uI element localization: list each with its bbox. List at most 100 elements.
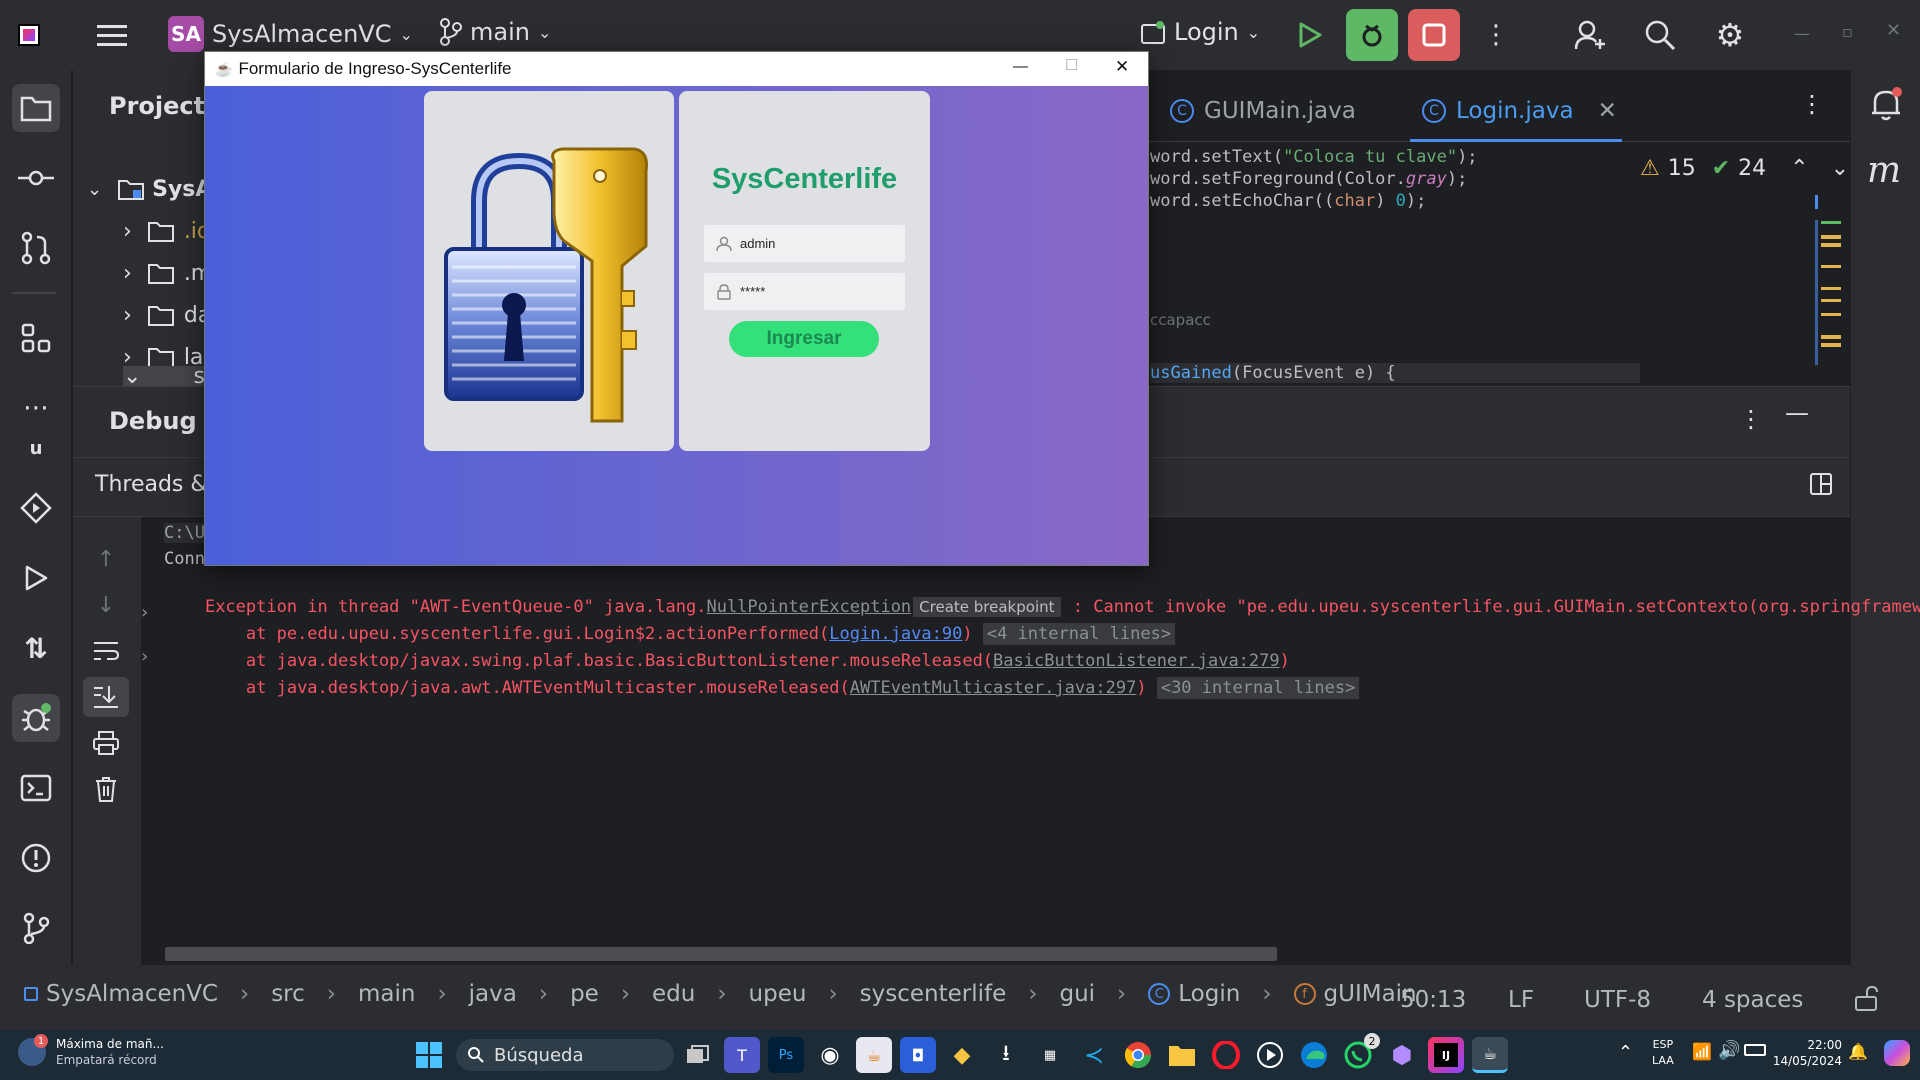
u-plugin-icon[interactable]: u <box>12 424 60 472</box>
git-icon[interactable] <box>12 904 60 952</box>
app-hex-icon[interactable]: ⬢ <box>1384 1037 1420 1073</box>
clock[interactable]: 22:00 14/05/2024 <box>1773 1037 1842 1069</box>
debug-tool-icon[interactable] <box>12 694 60 742</box>
inspection-widget[interactable]: ⚠ 15 ✔ 24 ⌃ ⌄ <box>1640 156 1849 181</box>
taskbar-search[interactable]: Búsqueda <box>456 1039 674 1071</box>
tree-item[interactable]: › .m <box>123 252 212 294</box>
problems-icon[interactable] <box>12 834 60 882</box>
window-minimize-icon[interactable]: — <box>1794 24 1810 43</box>
expand-chevron-icon[interactable]: › <box>141 646 148 667</box>
main-menu-icon[interactable] <box>86 9 138 61</box>
edge-icon[interactable] <box>1296 1037 1332 1073</box>
photoshop-icon[interactable]: Ps <box>768 1037 804 1073</box>
breadcrumb-item[interactable]: syscenterlife <box>860 981 1007 1007</box>
run-config-selector[interactable]: Login ⌄ <box>1140 18 1260 46</box>
app-jp-icon[interactable]: ▦ <box>1032 1037 1068 1073</box>
tab-login[interactable]: C Login.java ✕ <box>1422 86 1617 136</box>
wifi-icon[interactable]: 📶 <box>1692 1042 1712 1061</box>
whatsapp-icon[interactable]: 2 <box>1340 1033 1380 1073</box>
tab-guimain[interactable]: C GUIMain.java <box>1170 86 1356 136</box>
intellij-icon[interactable]: IJ <box>1428 1037 1464 1073</box>
hide-panel-icon[interactable]: — <box>1785 399 1809 427</box>
breadcrumb-item[interactable]: SysAlmacenVC <box>46 981 218 1007</box>
horizontal-scrollbar[interactable] <box>165 947 1277 961</box>
close-tab-icon[interactable]: ✕ <box>1598 98 1617 124</box>
breadcrumb-item[interactable]: Login <box>1178 981 1240 1007</box>
settings-gear-icon[interactable]: ⚙ <box>1704 9 1756 61</box>
camera-icon[interactable]: ◉ <box>812 1037 848 1073</box>
terminal-icon[interactable] <box>12 764 60 812</box>
app-blue-icon[interactable]: ◘ <box>900 1037 936 1073</box>
indent-setting[interactable]: 4 spaces <box>1702 987 1803 1013</box>
tree-root[interactable]: ⌄ SysA <box>87 168 212 210</box>
run-tool-icon[interactable] <box>12 554 60 602</box>
more-actions-icon[interactable]: ⋮ <box>1470 9 1522 61</box>
pull-requests-icon[interactable] <box>12 224 60 272</box>
git-kraken-icon[interactable]: ◆ <box>944 1037 980 1073</box>
branch-switcher[interactable]: main ⌄ <box>440 18 551 46</box>
stop-button[interactable] <box>1408 9 1460 61</box>
minimize-icon[interactable]: — <box>1013 58 1028 75</box>
java-app-icon[interactable]: ☕ <box>1472 1037 1508 1073</box>
file-encoding[interactable]: UTF-8 <box>1584 987 1651 1013</box>
unlock-icon[interactable] <box>1854 985 1878 1017</box>
tree-item[interactable]: › da <box>123 294 211 336</box>
task-view-icon[interactable] <box>680 1037 716 1073</box>
add-user-icon[interactable] <box>1564 9 1616 61</box>
chevron-down-icon[interactable]: ⌄ <box>1831 156 1849 181</box>
java-icon[interactable]: ☕ <box>856 1037 892 1073</box>
breadcrumb-item[interactable]: java <box>469 981 517 1007</box>
ingresar-button[interactable]: Ingresar <box>729 321 879 357</box>
debug-running-button[interactable] <box>1346 9 1398 61</box>
news-widget[interactable]: 1 Máxima de mañ... Empatará récord <box>18 1034 164 1068</box>
caret-position[interactable]: 50:13 <box>1400 987 1466 1013</box>
stack-link[interactable]: AWTEventMulticaster.java:297 <box>850 678 1137 698</box>
notifications-icon[interactable] <box>1869 86 1903 126</box>
notification-bell-icon[interactable]: 🔔 <box>1848 1042 1868 1061</box>
structure-icon[interactable] <box>12 314 60 362</box>
print-icon[interactable] <box>83 723 129 763</box>
clear-trash-icon[interactable] <box>83 769 129 809</box>
opera-icon[interactable] <box>1208 1037 1244 1073</box>
commit-icon[interactable] <box>12 154 60 202</box>
media-player-icon[interactable] <box>1252 1037 1288 1073</box>
project-folder-icon[interactable] <box>12 84 60 132</box>
download-icon[interactable]: ⭳ <box>988 1037 1024 1073</box>
project-switcher[interactable]: SA SysAlmacenVC ⌄ <box>168 16 413 52</box>
window-close-icon[interactable]: ✕ <box>1886 20 1901 41</box>
volume-icon[interactable]: 🔊 <box>1718 1040 1740 1061</box>
line-ending[interactable]: LF <box>1508 987 1534 1013</box>
chrome-icon[interactable] <box>1120 1037 1156 1073</box>
search-icon[interactable] <box>1634 9 1686 61</box>
username-field[interactable]: admin <box>704 225 905 262</box>
start-windows-icon[interactable] <box>416 1042 442 1068</box>
maximize-icon[interactable]: ☐ <box>1065 56 1078 74</box>
debug-options-icon[interactable]: ⋮ <box>1739 405 1763 433</box>
breadcrumb-item[interactable]: pe <box>570 981 599 1007</box>
layout-settings-icon[interactable] <box>1809 472 1833 500</box>
window-restore-icon[interactable]: ▫ <box>1842 22 1853 41</box>
tree-item[interactable]: › .id <box>123 210 211 252</box>
breadcrumb-item[interactable]: src <box>271 981 305 1007</box>
soft-wrap-icon[interactable] <box>83 631 129 671</box>
copilot-icon[interactable] <box>1884 1040 1910 1066</box>
scroll-to-end-icon[interactable] <box>83 677 129 717</box>
close-icon[interactable]: ✕ <box>1115 57 1129 77</box>
threads-variables-tab[interactable]: Threads & <box>95 472 208 497</box>
vscode-icon[interactable]: ≺ <box>1076 1037 1112 1073</box>
password-field[interactable]: ***** <box>704 273 905 310</box>
language-indicator[interactable]: ESP LAA <box>1652 1037 1674 1069</box>
run-button[interactable] <box>1284 9 1336 61</box>
down-arrow-icon[interactable]: ↓ <box>83 585 129 625</box>
battery-icon[interactable] <box>1744 1044 1766 1056</box>
breadcrumb-item[interactable]: main <box>358 981 415 1007</box>
teams-icon[interactable]: T <box>724 1037 760 1073</box>
tabs-more-icon[interactable]: ⋮ <box>1800 90 1824 118</box>
breadcrumb-item[interactable]: upeu <box>749 981 807 1007</box>
tray-chevron-icon[interactable]: ⌃ <box>1618 1042 1633 1063</box>
database-sort-icon[interactable]: ⇅ <box>12 624 60 672</box>
expand-chevron-icon[interactable]: › <box>141 602 148 623</box>
breadcrumb-item[interactable]: gui <box>1059 981 1095 1007</box>
chevron-up-icon[interactable]: ⌃ <box>1790 156 1808 181</box>
services-icon[interactable] <box>12 484 60 532</box>
